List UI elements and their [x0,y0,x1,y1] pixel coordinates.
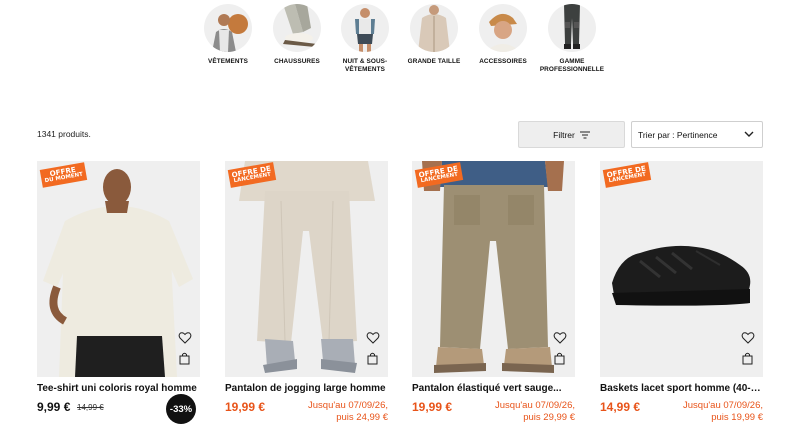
category-vetements[interactable]: VÊTEMENTS [188,4,268,66]
sort-select[interactable]: Trier par : Pertinence [631,121,763,148]
category-nuit-sous-vetements[interactable]: NUIT & SOUS- VÊTEMENTS [325,4,405,74]
product-image[interactable]: OFFRE DE LANCEMENT [225,161,388,377]
category-accessoires-image [479,4,527,52]
category-label: NUIT & SOUS- VÊTEMENTS [342,58,388,73]
category-grande-taille-image [410,4,458,52]
product-title[interactable]: Pantalon de jogging large homme [225,383,388,394]
product-price: 19,99 € [412,400,453,414]
category-nuit-image [341,4,389,52]
category-label: VÊTEMENTS [208,58,248,65]
product-price: 9,99 € [37,400,71,414]
product-title[interactable]: Baskets lacet sport homme (40-46) [600,383,763,394]
product-image[interactable]: OFFRE DE LANCEMENT [412,161,575,377]
product-price: 14,99 € [600,400,641,414]
discount-badge: -33% [166,394,196,424]
product-card[interactable]: OFFRE DE LANCEMENT Baskets lacet sport h… [600,161,763,424]
product-card[interactable]: OFFRE DE LANCEMENT Pantalon élastiqué ve… [412,161,575,424]
category-label: GRANDE TAILLE [407,58,461,65]
product-image[interactable]: OFFRE DE LANCEMENT [600,161,763,377]
filter-button[interactable]: Filtrer [518,121,625,148]
promo-until: Jusqu'au 07/09/26, puis 29,99 € [495,400,575,423]
product-image[interactable]: OFFRE DU MOMENT [37,161,200,377]
price-row: 19,99 € Jusqu'au 07/09/26, puis 29,99 € [412,400,575,424]
product-title[interactable]: Pantalon élastiqué vert sauge... [412,383,575,394]
price-row: 9,99 € 14,99 € -33% [37,394,200,424]
product-price: 19,99 € [225,400,266,414]
old-price: 14,99 € [77,403,104,412]
heart-icon[interactable] [553,331,567,345]
shopping-bag-icon[interactable] [367,352,378,365]
category-pro-image [548,4,596,52]
category-accessoires[interactable]: ACCESSOIRES [463,4,543,66]
heart-icon[interactable] [366,331,380,345]
category-vetements-image [204,4,252,52]
category-gamme-professionnelle[interactable]: GAMME PROFESSIONNELLE [532,4,612,74]
product-count: 1341 produits. [37,129,91,139]
product-card[interactable]: OFFRE DE LANCEMENT Pantalon de jogging l… [225,161,388,424]
promo-until: Jusqu'au 07/09/26, puis 24,99 € [308,400,388,423]
filter-icon [579,131,590,139]
category-label: GAMME PROFESSIONNELLE [539,58,605,73]
price-row: 19,99 € Jusqu'au 07/09/26, puis 24,99 € [225,400,388,424]
category-chaussures-image [273,4,321,52]
promo-until: Jusqu'au 07/09/26, puis 19,99 € [683,400,763,423]
product-card[interactable]: OFFRE DU MOMENT Tee-shirt uni coloris ro… [37,161,200,424]
sort-label: Trier par : Pertinence [638,129,718,140]
product-title[interactable]: Tee-shirt uni coloris royal homme [37,383,200,394]
heart-icon[interactable] [741,331,755,345]
category-grande-taille[interactable]: GRANDE TAILLE [394,4,474,66]
filter-label: Filtrer [553,129,575,140]
shopping-bag-icon[interactable] [742,352,753,365]
chevron-down-icon [744,130,754,138]
category-label: ACCESSOIRES [479,58,527,65]
shopping-bag-icon[interactable] [554,352,565,365]
shopping-bag-icon[interactable] [179,352,190,365]
heart-icon[interactable] [178,331,192,345]
price-row: 14,99 € Jusqu'au 07/09/26, puis 19,99 € [600,400,763,424]
